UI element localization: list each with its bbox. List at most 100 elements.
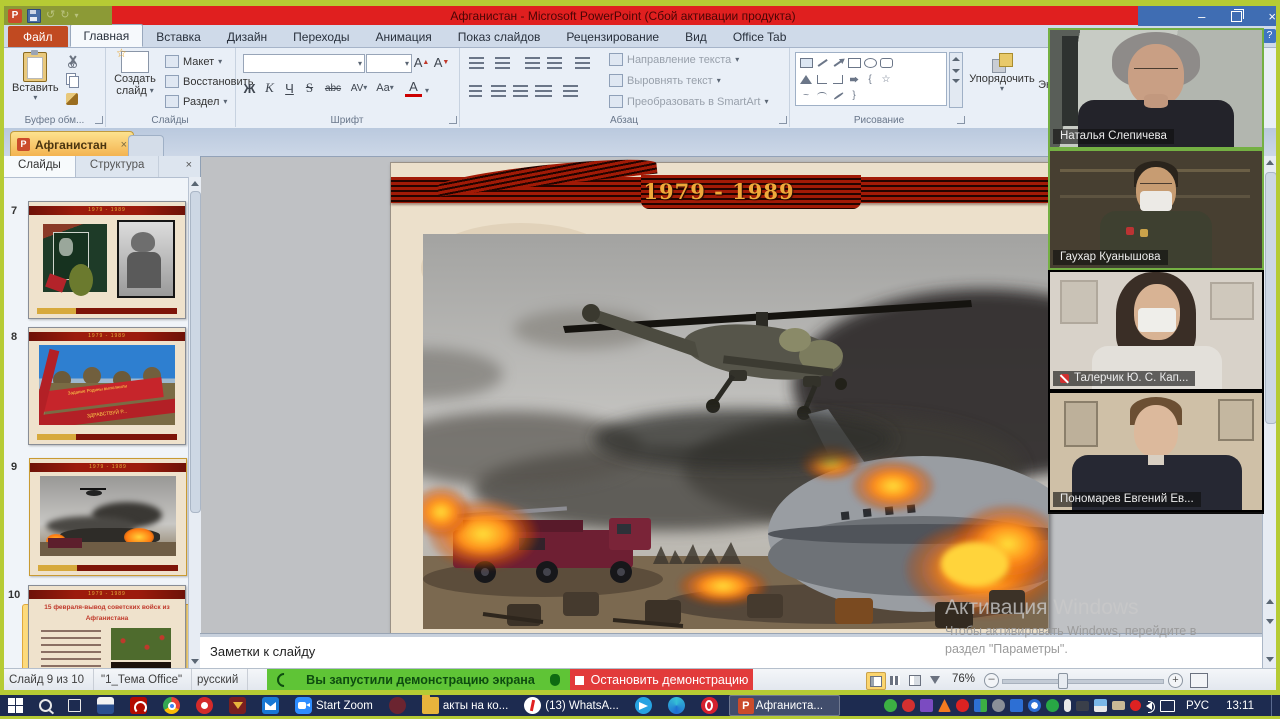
align-center-icon[interactable] xyxy=(491,85,506,97)
document-tab-close-icon[interactable]: × xyxy=(121,139,127,151)
shapes-scroll[interactable] xyxy=(949,52,963,108)
clock[interactable]: 13:11 xyxy=(1220,700,1260,712)
tab-view[interactable]: Вид xyxy=(672,26,720,47)
taskbar-downloader-icon[interactable] xyxy=(221,695,254,716)
section-button[interactable]: Раздел▾ xyxy=(165,95,227,108)
taskbar-zoom-icon[interactable] xyxy=(287,695,314,716)
justify-icon[interactable] xyxy=(535,85,552,97)
tray-defender-icon[interactable] xyxy=(974,699,987,712)
align-left-icon[interactable] xyxy=(469,85,482,97)
convert-smartart-button[interactable]: Преобразовать в SmartArt▾ xyxy=(609,95,768,108)
zoom-close-icon[interactable]: × xyxy=(1268,10,1276,23)
tray-blue-icon[interactable] xyxy=(1010,699,1023,712)
tab-review[interactable]: Рецензирование xyxy=(553,26,672,47)
paste-button[interactable]: Вставить ▾ xyxy=(12,52,59,102)
scroll-up-icon[interactable] xyxy=(191,181,199,186)
view-normal-button[interactable] xyxy=(866,672,886,690)
panel-tab-outline[interactable]: Структура xyxy=(76,156,160,177)
shape-arrow-icon[interactable] xyxy=(830,56,846,69)
shape-curve-icon[interactable] xyxy=(830,89,846,102)
quick-access-dropdown-icon[interactable]: ▾ xyxy=(74,10,78,21)
tray-c-icon[interactable] xyxy=(1130,700,1141,711)
shape-brace-close-icon[interactable]: } xyxy=(846,89,862,102)
tray-monitor-icon[interactable] xyxy=(1076,701,1089,711)
paragraph-dialog-launcher[interactable] xyxy=(779,116,787,124)
tray-gray-icon[interactable] xyxy=(992,699,1005,712)
change-case-button[interactable]: Aa▾ xyxy=(373,79,397,97)
panel-close-icon[interactable]: × xyxy=(178,156,200,177)
tray-check-icon[interactable] xyxy=(884,699,897,712)
shape-rectangle-icon[interactable] xyxy=(846,56,862,69)
tray-ds-icon[interactable] xyxy=(920,699,933,712)
columns-icon[interactable] xyxy=(563,85,578,97)
taskbar-edge-icon[interactable] xyxy=(660,695,693,716)
zoom-slider-handle[interactable] xyxy=(1058,673,1068,689)
bold-button[interactable]: Ж xyxy=(241,79,258,97)
format-painter-icon[interactable] xyxy=(66,93,78,105)
underline-button[interactable]: Ч xyxy=(281,79,298,97)
slide-canvas[interactable]: 1979 - 1989 xyxy=(390,162,1049,635)
numbering-icon[interactable] xyxy=(495,57,510,69)
taskbar-acrobat-icon[interactable] xyxy=(122,695,155,716)
slide-thumbnail-9[interactable]: 1979 - 1989 xyxy=(29,458,187,576)
grow-font-button[interactable]: А▲ xyxy=(413,53,430,71)
start-button[interactable] xyxy=(0,695,31,716)
font-dialog-launcher[interactable] xyxy=(449,116,457,124)
tab-animations[interactable]: Анимация xyxy=(362,26,444,47)
taskbar-opera-gx-icon[interactable] xyxy=(381,695,414,716)
volume-icon[interactable] xyxy=(1146,702,1152,710)
italic-button[interactable]: К xyxy=(261,79,278,97)
participant-video-3[interactable]: Талерчик Ю. С. Кап... xyxy=(1048,270,1264,391)
text-direction-button[interactable]: Направление текста▾ xyxy=(609,53,739,66)
slide-thumbnail-10[interactable]: 1979 - 1989 15 февраля-вывод советских в… xyxy=(28,585,186,668)
view-reading-button[interactable] xyxy=(906,672,924,688)
taskbar-whatsapp-label[interactable]: (13) WhatsA... xyxy=(543,700,627,712)
notes-pane[interactable]: Заметки к слайду xyxy=(200,637,1262,668)
tab-slideshow[interactable]: Показ слайдов xyxy=(445,26,554,47)
shape-rounded-rectangle-icon[interactable] xyxy=(878,56,894,69)
zoom-minimize-icon[interactable]: – xyxy=(1198,10,1205,23)
shape-textbox-icon[interactable] xyxy=(798,56,814,69)
cut-icon[interactable] xyxy=(66,55,79,68)
tab-transitions[interactable]: Переходы xyxy=(280,26,362,47)
taskbar-chrome-icon[interactable] xyxy=(155,695,188,716)
fit-to-window-button[interactable] xyxy=(1190,673,1208,688)
taskbar-folder-label[interactable]: акты на ко... xyxy=(441,700,516,712)
participant-video-4[interactable]: Пономарев Евгений Ев... xyxy=(1048,391,1264,512)
clipboard-dialog-launcher[interactable] xyxy=(95,116,103,124)
shrink-font-button[interactable]: А▼ xyxy=(433,53,450,71)
scroll-up-icon[interactable] xyxy=(1266,160,1274,165)
view-sorter-button[interactable] xyxy=(886,672,904,688)
participant-video-2[interactable]: Гаухар Куанышова xyxy=(1048,149,1264,270)
tab-office-tab[interactable]: Office Tab xyxy=(720,26,800,47)
taskbar-folder-icon[interactable] xyxy=(414,695,441,716)
shape-oval-icon[interactable] xyxy=(862,56,878,69)
tray-mic-icon[interactable] xyxy=(1064,699,1071,712)
tray-photos-icon[interactable] xyxy=(1094,699,1107,712)
align-text-button[interactable]: Выровнять текст▾ xyxy=(609,74,721,87)
stop-share-button[interactable]: Остановить демонстрацию xyxy=(570,669,753,691)
character-spacing-button[interactable]: AV▾ xyxy=(348,79,370,97)
bullets-icon[interactable] xyxy=(469,57,484,69)
tab-file[interactable]: Файл xyxy=(8,26,68,47)
status-language[interactable]: русский xyxy=(188,669,248,691)
zoom-restore-icon[interactable] xyxy=(1231,11,1242,22)
tray-clock-icon[interactable] xyxy=(1028,699,1041,712)
shape-block-arrow-icon[interactable] xyxy=(846,73,862,86)
taskbar-zoom-label[interactable]: Start Zoom xyxy=(314,700,381,712)
zoom-out-button[interactable]: – xyxy=(984,673,999,688)
zoom-video-panel[interactable]: Наталья Слепичева Гаухар Куанышова xyxy=(1048,28,1264,514)
taskbar-yandex-icon[interactable] xyxy=(516,695,543,716)
next-slide-icon[interactable] xyxy=(1266,619,1274,624)
tab-home[interactable]: Главная xyxy=(70,24,144,47)
shape-line-icon[interactable] xyxy=(814,56,830,69)
shape-scribble-icon[interactable]: ~ xyxy=(798,89,814,102)
tray-avast-icon[interactable] xyxy=(938,699,951,712)
layout-button[interactable]: Макет▾ xyxy=(165,55,222,68)
tray-red-icon[interactable] xyxy=(902,699,915,712)
search-button[interactable] xyxy=(31,695,60,716)
new-slide-button[interactable]: ☆ Создать слайд▾ xyxy=(109,51,161,97)
tray-truck-icon[interactable] xyxy=(1112,701,1125,710)
view-slideshow-button[interactable] xyxy=(926,672,944,688)
font-name-combo[interactable]: ▾ xyxy=(243,54,365,73)
